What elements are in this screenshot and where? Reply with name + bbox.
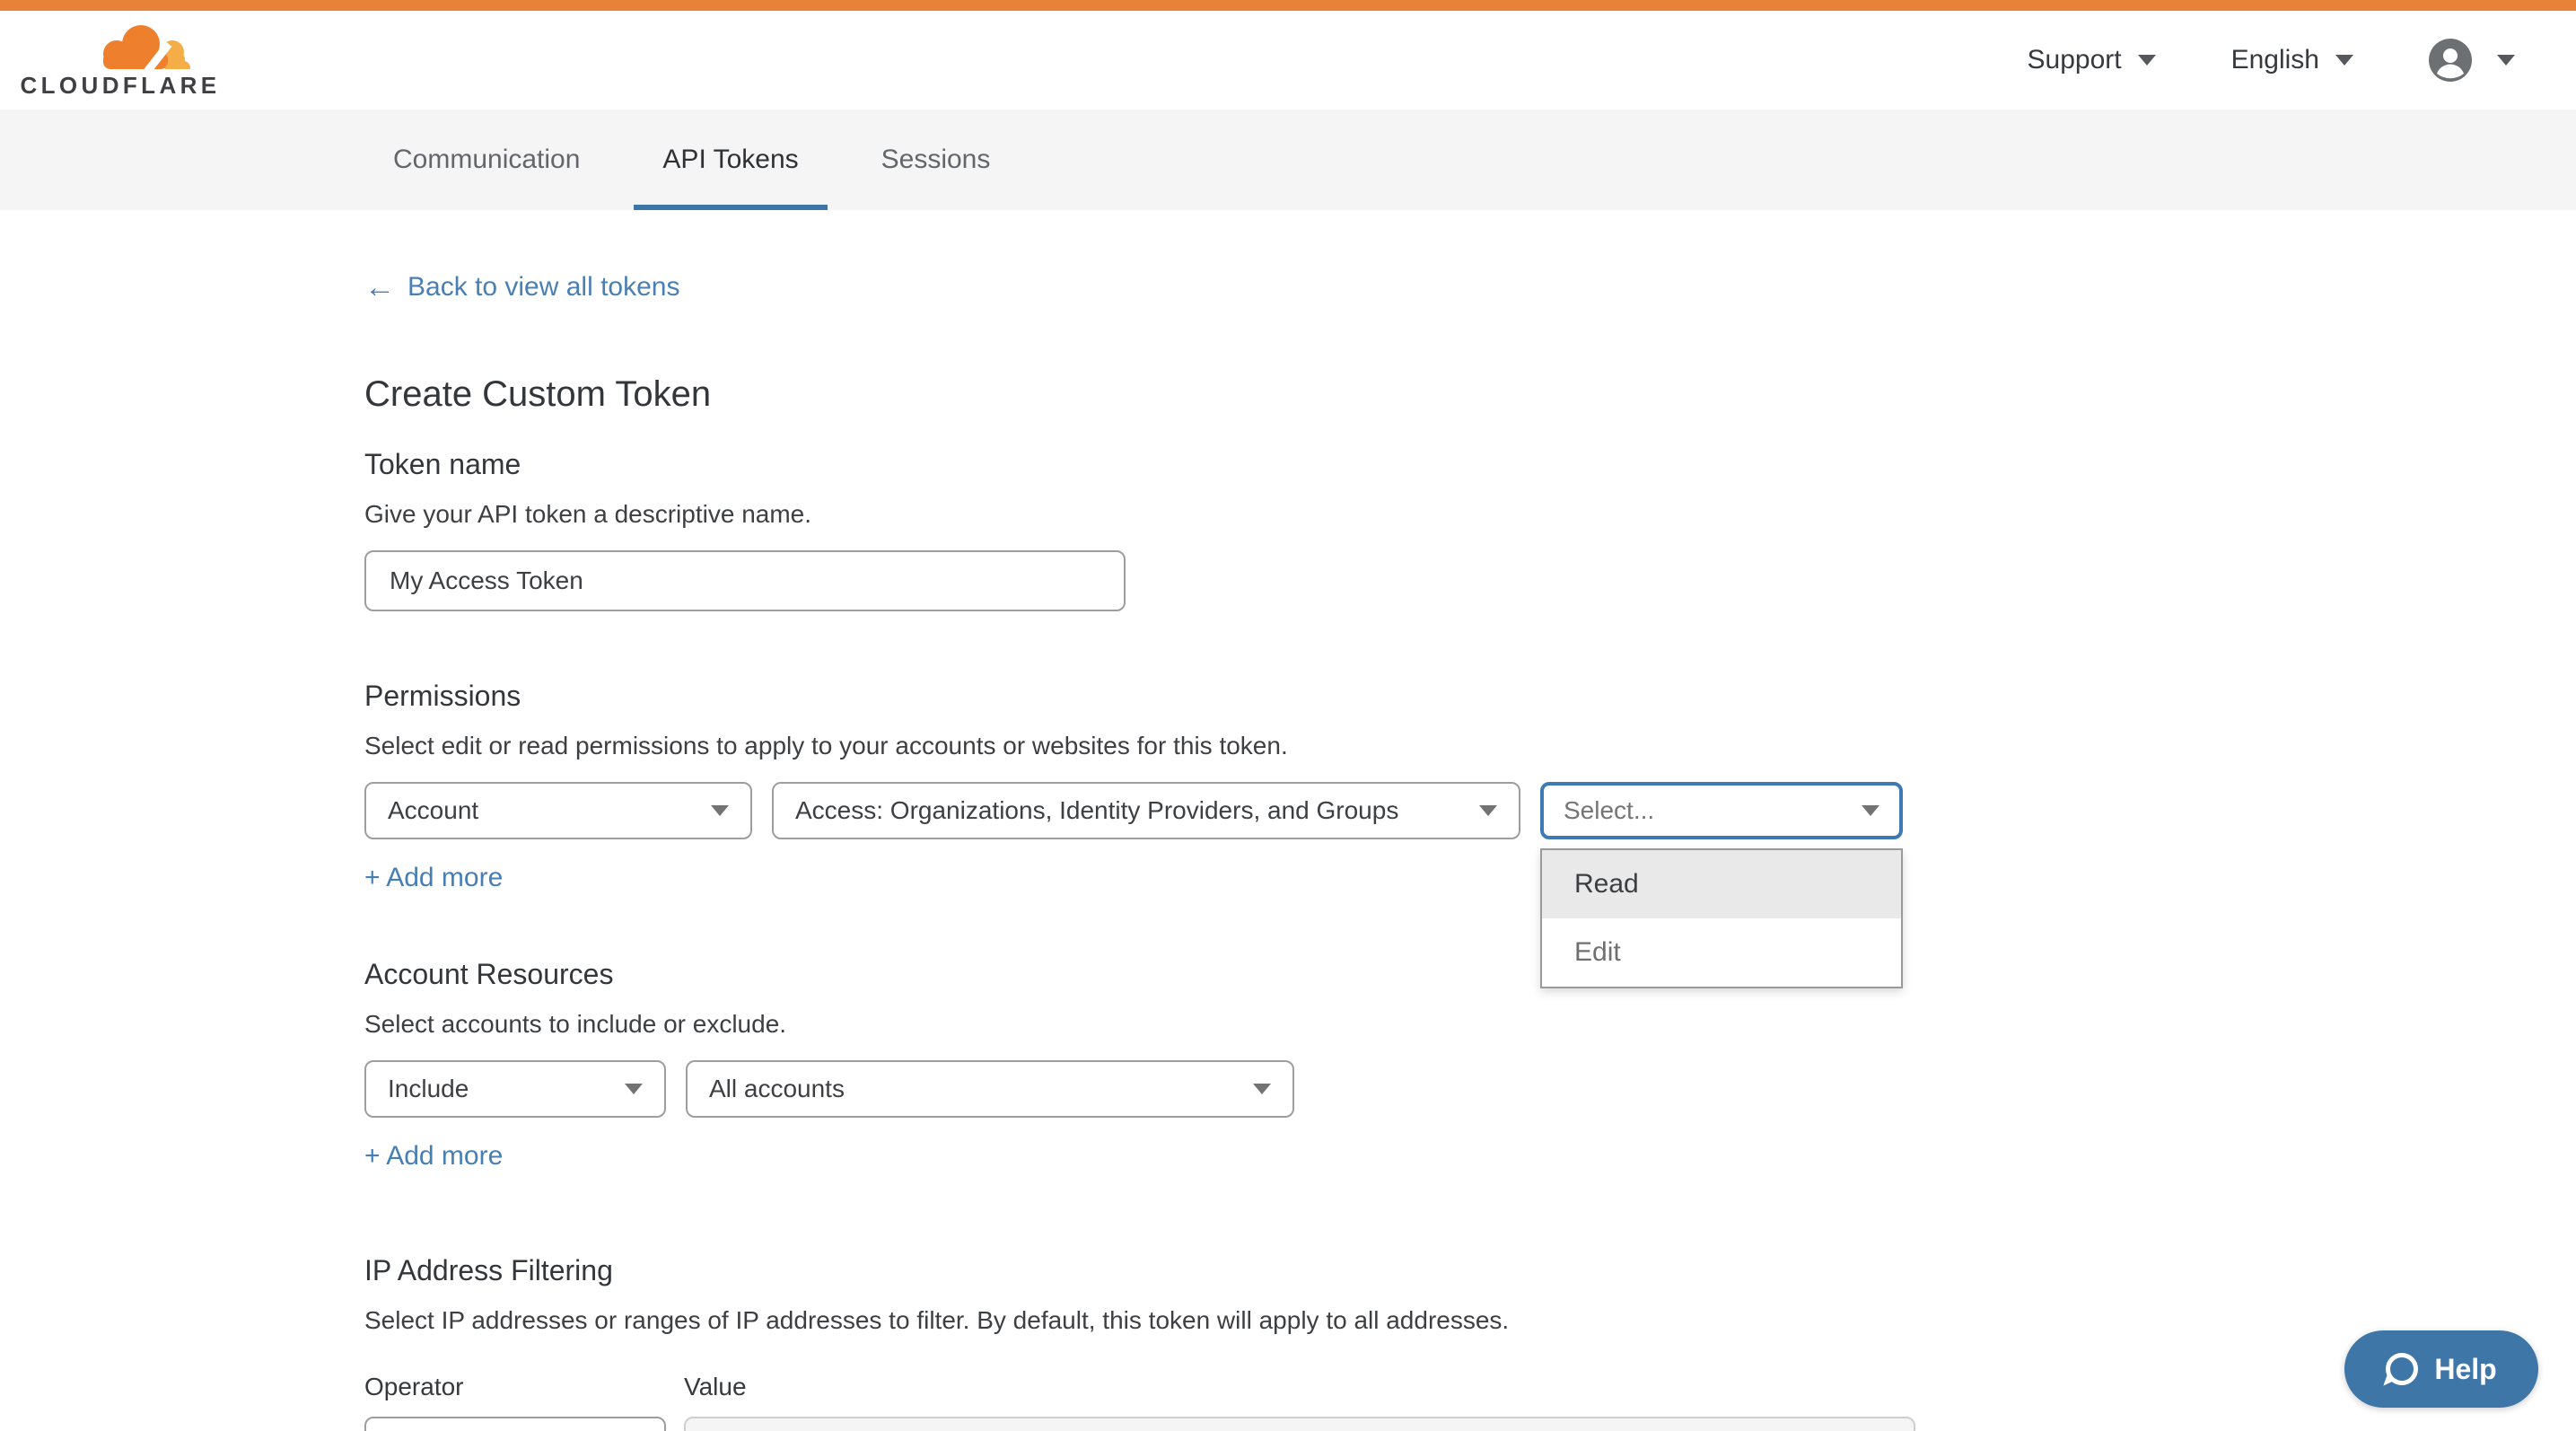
operator-label: Operator [364,1373,464,1400]
account-menu[interactable] [2429,39,2515,82]
ip-filtering-section: IP Address Filtering Select IP addresses… [364,1251,2576,1431]
ip-filtering-description: Select IP addresses or ranges of IP addr… [364,1303,2576,1339]
token-name-section: Token name Give your API token a descrip… [364,444,2576,611]
option-label: Edit [1574,937,1621,968]
dropdown-option-edit[interactable]: Edit [1542,918,1901,987]
permission-access-dropdown-wrap: Select... Read Edit [1540,782,1903,839]
chevron-down-icon [1253,1084,1271,1094]
back-to-tokens-link[interactable]: ← Back to view all tokens [364,272,679,303]
ip-controls-row: Select... [364,1417,2576,1431]
chevron-down-icon [2497,55,2515,66]
cloudflare-logo[interactable]: CLOUDFLARE [22,22,219,100]
permissions-description: Select edit or read permissions to apply… [364,728,2576,764]
account-resources-add-more-link[interactable]: + Add more [364,1141,503,1172]
main-content: ← Back to view all tokens Create Custom … [0,210,2576,1431]
user-avatar-icon [2429,39,2472,82]
account-resources-heading: Account Resources [364,954,2576,994]
dropdown-option-read[interactable]: Read [1542,850,1901,918]
tab-communication[interactable]: Communication [364,110,609,210]
resource-accounts-select[interactable]: All accounts [686,1060,1294,1118]
account-resources-description: Select accounts to include or exclude. [364,1006,2576,1042]
support-menu[interactable]: Support [2028,45,2156,75]
option-label: Read [1574,869,1639,900]
permission-access-select[interactable]: Select... [1540,782,1903,839]
chevron-down-icon [1862,805,1879,816]
ip-operator-select[interactable]: Select... [364,1417,666,1431]
tab-label: Sessions [881,145,991,175]
chevron-down-icon [2138,55,2156,66]
value-label: Value [684,1373,747,1400]
tab-label: API Tokens [662,145,798,175]
header: CLOUDFLARE Support English [0,11,2576,110]
support-label: Support [2028,45,2122,75]
speech-bubble-icon [2386,1353,2418,1385]
token-name-input[interactable] [364,550,1126,611]
ip-filtering-heading: IP Address Filtering [364,1251,2576,1290]
tab-sessions[interactable]: Sessions [853,110,1020,210]
chevron-down-icon [625,1084,643,1094]
top-accent-bar [0,0,2576,11]
language-label: English [2231,45,2319,75]
token-name-heading: Token name [364,444,2576,484]
back-arrow-icon: ← [364,272,395,303]
permission-scope-select[interactable]: Account [364,782,752,839]
chevron-down-icon [2335,55,2353,66]
tab-api-tokens[interactable]: API Tokens [634,110,827,210]
chevron-down-icon [1479,805,1497,816]
cloudflare-cloud-icon [50,22,190,70]
tab-bar: Communication API Tokens Sessions [0,110,2576,210]
permission-access-placeholder: Select... [1564,796,1654,825]
resource-mode-value: Include [388,1075,469,1103]
resource-mode-select[interactable]: Include [364,1060,666,1118]
permission-resource-select[interactable]: Access: Organizations, Identity Provider… [772,782,1520,839]
active-tab-underline [634,205,827,210]
chevron-down-icon [711,805,729,816]
cloudflare-wordmark: CLOUDFLARE [20,72,220,100]
ip-value-input[interactable] [684,1417,1915,1431]
help-button[interactable]: Help [2344,1330,2538,1408]
permissions-heading: Permissions [364,676,2576,716]
permissions-section: Permissions Select edit or read permissi… [364,676,2576,893]
permission-resource-value: Access: Organizations, Identity Provider… [795,796,1398,825]
tab-label: Communication [393,145,580,175]
token-name-description: Give your API token a descriptive name. [364,496,2576,532]
permissions-add-more-link[interactable]: + Add more [364,863,503,893]
access-dropdown-menu: Read Edit [1540,848,1903,988]
account-resources-row: Include All accounts [364,1060,2576,1118]
header-right: Support English [2028,39,2515,82]
page: CLOUDFLARE Support English [0,0,2576,1431]
back-link-label: Back to view all tokens [407,272,679,303]
ip-labels-row: Operator Value [364,1369,2576,1402]
help-button-label: Help [2434,1353,2496,1386]
permission-scope-value: Account [388,796,478,825]
language-menu[interactable]: English [2231,45,2353,75]
permissions-row: Account Access: Organizations, Identity … [364,782,2576,839]
account-resources-section: Account Resources Select accounts to inc… [364,954,2576,1172]
resource-accounts-value: All accounts [709,1075,845,1103]
page-title: Create Custom Token [364,369,2576,419]
